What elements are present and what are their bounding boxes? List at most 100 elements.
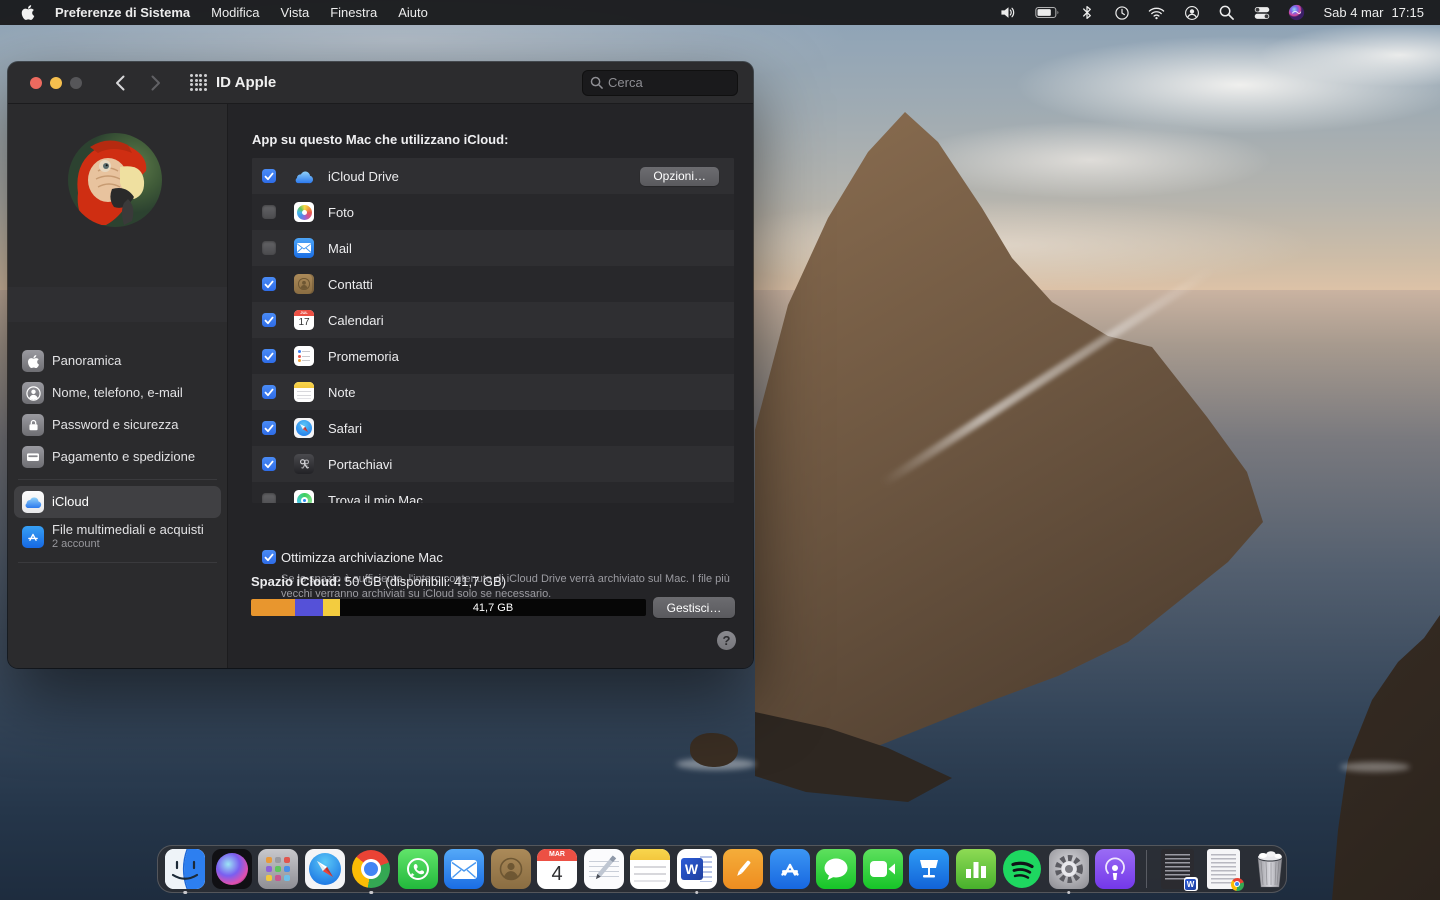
app-list-header: App su questo Mac che utilizzano iCloud: xyxy=(252,132,508,147)
search-input[interactable] xyxy=(608,75,718,90)
dock-item-whatsapp[interactable] xyxy=(396,847,440,891)
icloud-storage-label: Spazio iCloud: 50 GB (disponibili: 41,7 … xyxy=(251,574,506,589)
dock-item-window-thumb-word[interactable]: W xyxy=(1155,847,1199,891)
checkbox-promemoria[interactable] xyxy=(262,349,276,363)
dock-item-chrome[interactable] xyxy=(349,847,393,891)
menubar-menu-vista[interactable]: Vista xyxy=(281,5,310,20)
optimize-storage-label: Ottimizza archiviazione Mac xyxy=(281,550,443,565)
bluetooth-icon[interactable] xyxy=(1078,4,1095,21)
sidebar-item-password-e-sicurezza[interactable]: Password e sicurezza xyxy=(8,409,227,441)
checkbox-note[interactable] xyxy=(262,385,276,399)
zoom-button[interactable] xyxy=(70,77,82,89)
keychain-icon xyxy=(294,454,314,474)
dock-item-keynote[interactable] xyxy=(907,847,951,891)
dock-item-window-thumb-chrome[interactable] xyxy=(1202,847,1246,891)
sidebar-item-file-multimediali-e-acquisti[interactable]: File multimediali e acquisti2 account xyxy=(8,518,227,556)
menubar-menu-aiuto[interactable]: Aiuto xyxy=(398,5,428,20)
sidebar-item-icloud[interactable]: iCloud xyxy=(14,486,221,518)
app-row-safari: Safari xyxy=(252,410,734,446)
dock-item-textedit[interactable] xyxy=(582,847,626,891)
dock-item-safari[interactable] xyxy=(303,847,347,891)
dock-item-contacts[interactable] xyxy=(489,847,533,891)
avatar-band xyxy=(8,287,227,322)
dock-item-mail[interactable] xyxy=(442,847,486,891)
checkbox-contatti[interactable] xyxy=(262,277,276,291)
dock-item-spotify[interactable] xyxy=(1000,847,1044,891)
sidebar-item-label: iCloud xyxy=(52,495,89,509)
close-button[interactable] xyxy=(30,77,42,89)
segment-indigo xyxy=(295,599,323,616)
dock-item-calendar[interactable]: MAR4 xyxy=(535,847,579,891)
app-row-promemoria: Promemoria xyxy=(252,338,734,374)
battery-icon[interactable] xyxy=(1035,4,1060,21)
dock-item-notes[interactable] xyxy=(628,847,672,891)
dock-item-appstore[interactable] xyxy=(768,847,812,891)
account-icon[interactable] xyxy=(1183,4,1200,21)
time-machine-icon[interactable] xyxy=(1113,4,1130,21)
checkbox-foto[interactable] xyxy=(262,205,276,219)
running-indicator xyxy=(1067,891,1071,895)
menubar-menu-modifica[interactable]: Modifica xyxy=(211,5,259,20)
dock-item-facetime[interactable] xyxy=(861,847,905,891)
optimize-storage-checkbox[interactable] xyxy=(262,550,276,564)
back-button[interactable] xyxy=(108,71,132,95)
sidebar-item-sublabel: 2 account xyxy=(52,537,204,551)
checkbox-safari[interactable] xyxy=(262,421,276,435)
mail-icon xyxy=(294,238,314,258)
sidebar-item-pagamento-e-spedizione[interactable]: Pagamento e spedizione xyxy=(8,441,227,473)
help-button[interactable]: ? xyxy=(717,631,736,650)
app-label-note: Note xyxy=(328,385,355,400)
sidebar-item-panoramica[interactable]: Panoramica xyxy=(8,345,227,377)
dock-item-numbers[interactable] xyxy=(954,847,998,891)
sidebar-item-label: Nome, telefono, e-mail xyxy=(52,386,183,400)
dock-item-messages[interactable] xyxy=(814,847,858,891)
window-titlebar[interactable]: ID Apple xyxy=(8,62,753,104)
user-avatar[interactable] xyxy=(68,133,162,227)
siri-icon[interactable] xyxy=(1288,4,1305,21)
wifi-icon[interactable] xyxy=(1148,4,1165,21)
reminders-icon xyxy=(294,346,314,366)
options-button[interactable]: Opzioni… xyxy=(640,167,719,186)
dock-item-podcasts[interactable] xyxy=(1093,847,1137,891)
app-label-promemoria: Promemoria xyxy=(328,349,399,364)
wallpaper-islet xyxy=(690,733,738,767)
icloud-storage-bar: 41,7 GB xyxy=(251,599,646,616)
sidebar-divider xyxy=(18,562,217,563)
checkbox-portachiavi[interactable] xyxy=(262,457,276,471)
app-row-portachiavi: Portachiavi xyxy=(252,446,734,482)
window-title: ID Apple xyxy=(216,74,276,91)
dock-item-siri[interactable] xyxy=(210,847,254,891)
dock-item-word[interactable]: W xyxy=(675,847,719,891)
dock-item-trash[interactable] xyxy=(1248,847,1292,891)
app-row-foto: Foto xyxy=(252,194,734,230)
search-field[interactable] xyxy=(582,70,738,96)
dock-item-launchpad[interactable] xyxy=(256,847,300,891)
contacts-icon xyxy=(294,274,314,294)
dock-item-pages[interactable] xyxy=(721,847,765,891)
checkbox-calendari[interactable] xyxy=(262,313,276,327)
search-icon xyxy=(590,76,603,89)
checkbox-mail[interactable] xyxy=(262,241,276,255)
manage-storage-button[interactable]: Gestisci… xyxy=(653,597,735,618)
segment-orange xyxy=(251,599,295,616)
app-menu-title[interactable]: Preferenze di Sistema xyxy=(55,5,190,20)
app-row-note: Note xyxy=(252,374,734,410)
checkbox-icloud-drive[interactable] xyxy=(262,169,276,183)
minimize-button[interactable] xyxy=(50,77,62,89)
dock-item-finder[interactable] xyxy=(163,847,207,891)
dock-item-system-preferences[interactable] xyxy=(1047,847,1091,891)
control-center-icon[interactable] xyxy=(1253,4,1270,21)
show-all-grid-icon[interactable] xyxy=(190,74,207,91)
apple-icon xyxy=(22,350,44,372)
menubar-date: Sab 4 mar xyxy=(1323,5,1383,20)
checkbox-trova-il-mio-mac[interactable] xyxy=(262,493,276,503)
icloud-drive-icon xyxy=(294,166,314,186)
forward-button[interactable] xyxy=(144,71,168,95)
menubar-clock[interactable]: Sab 4 mar17:15 xyxy=(1323,5,1424,20)
spotlight-icon[interactable] xyxy=(1218,4,1235,21)
menubar-menu-finestra[interactable]: Finestra xyxy=(330,5,377,20)
photos-icon xyxy=(294,202,314,222)
sidebar-item-nome-telefono-e-mail[interactable]: Nome, telefono, e-mail xyxy=(8,377,227,409)
apple-menu-icon[interactable] xyxy=(21,4,36,21)
volume-icon[interactable] xyxy=(1000,4,1017,21)
